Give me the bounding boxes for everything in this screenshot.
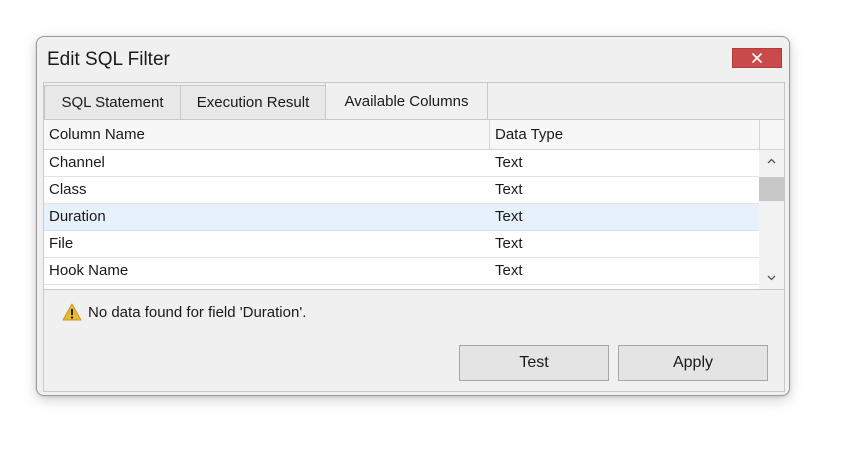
cell-column-name: Channel — [49, 154, 105, 171]
table-row[interactable]: Hook Name Text — [44, 258, 759, 285]
cell-data-type: Text — [495, 208, 523, 225]
table-row-selected[interactable]: Duration Text — [44, 204, 759, 231]
edit-sql-filter-dialog: Edit SQL Filter SQL Statement Execution … — [36, 36, 790, 396]
warning-icon — [62, 303, 82, 321]
test-button[interactable]: Test — [459, 345, 609, 381]
chevron-down-icon — [767, 275, 776, 281]
grid-header: Column Name Data Type — [44, 120, 784, 150]
scroll-up-button[interactable] — [759, 150, 784, 172]
close-button[interactable] — [732, 48, 782, 68]
chevron-up-icon — [767, 158, 776, 164]
status-text: No data found for field 'Duration'. — [88, 303, 307, 321]
dialog-title: Edit SQL Filter — [47, 49, 170, 70]
cell-column-name: File — [49, 235, 74, 252]
columns-grid: Column Name Data Type Channel Text Class… — [44, 119, 784, 290]
tab-strip: SQL Statement Execution Result Available… — [44, 82, 784, 119]
tab-sql-statement[interactable]: SQL Statement — [44, 85, 181, 119]
vertical-scrollbar[interactable] — [759, 150, 784, 289]
column-header-name[interactable]: Column Name — [44, 120, 490, 149]
table-row[interactable]: Channel Text — [44, 150, 759, 177]
table-row[interactable]: Class Text — [44, 177, 759, 204]
cell-data-type: Text — [495, 154, 523, 171]
tab-control: SQL Statement Execution Result Available… — [43, 82, 785, 392]
cell-column-name: Duration — [49, 208, 106, 225]
close-icon — [752, 53, 762, 63]
apply-button[interactable]: Apply — [618, 345, 768, 381]
status-message: No data found for field 'Duration'. — [62, 303, 306, 321]
scroll-down-button[interactable] — [759, 267, 784, 289]
grid-rows: Channel Text Class Text Duration Text Fi… — [44, 150, 759, 285]
cell-data-type: Text — [495, 235, 523, 252]
cell-column-name: Hook Name — [49, 262, 129, 279]
cell-data-type: Text — [495, 262, 523, 279]
cell-data-type: Text — [495, 181, 523, 198]
tab-execution-result[interactable]: Execution Result — [180, 85, 326, 119]
tab-available-columns[interactable]: Available Columns — [325, 82, 488, 119]
table-row[interactable]: File Text — [44, 231, 759, 258]
cell-column-name: Class — [49, 181, 87, 198]
scrollbar-thumb[interactable] — [759, 177, 784, 201]
column-header-type[interactable]: Data Type — [490, 120, 760, 149]
